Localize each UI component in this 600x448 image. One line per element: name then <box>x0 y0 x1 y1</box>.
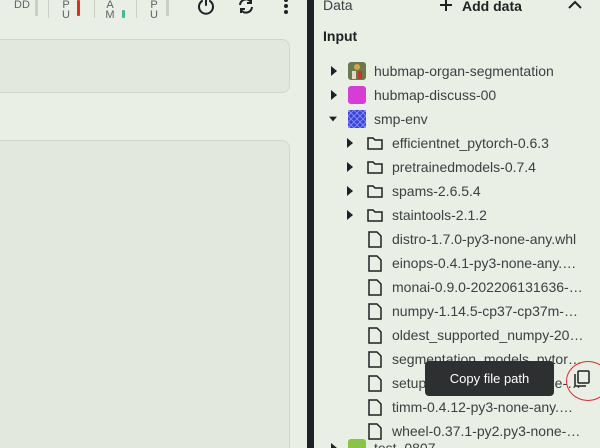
dataset-name: smp-env <box>374 111 428 127</box>
folder-name: pretrainedmodels-0.7.4 <box>392 159 536 175</box>
plus-icon <box>440 0 452 14</box>
gpu-usage-bar <box>166 0 169 16</box>
file-name: distro-1.7.0-py3-none-any.whl <box>392 231 577 247</box>
file-item[interactable]: timm-0.4.12-py3-none-any.whl <box>314 395 600 419</box>
notebook-toolbar: D D PU AM PU <box>0 0 307 22</box>
folder-item[interactable]: efficientnet_pytorch-0.6.3 <box>314 131 600 155</box>
dataset-thumbnail-icon <box>348 86 366 104</box>
dataset-thumbnail-icon <box>348 439 366 448</box>
file-icon <box>366 374 384 392</box>
folder-item[interactable]: staintools-2.1.2 <box>314 203 600 227</box>
dataset-item[interactable]: hubmap-organ-segmentation <box>314 59 600 83</box>
folder-icon <box>366 158 384 176</box>
power-icon[interactable] <box>196 0 216 16</box>
file-item[interactable]: distro-1.7.0-py3-none-any.whl <box>314 227 600 251</box>
caret-right-icon[interactable] <box>330 443 338 448</box>
folder-name: staintools-2.1.2 <box>392 207 487 223</box>
dataset-name: test_0807 <box>374 440 436 448</box>
toolbar-separator <box>94 0 95 18</box>
panel-title: Data <box>323 0 353 13</box>
caret-down-icon[interactable] <box>329 114 337 124</box>
file-name: timm-0.4.12-py3-none-any.whl <box>392 399 580 415</box>
file-name: monai-0.9.0-202206131636-py3-none-any.wh… <box>392 279 588 295</box>
notebook-cell[interactable] <box>0 140 290 448</box>
meter-letter: M <box>105 9 115 21</box>
file-item[interactable]: oldest_supported_numpy-2022.5.28-py3-non… <box>314 323 600 347</box>
more-vert-icon[interactable] <box>276 0 296 16</box>
notebook-cell[interactable] <box>0 39 290 93</box>
resource-meter-pu: PU <box>60 0 72 21</box>
notebook-pane: D D PU AM PU <box>0 0 307 448</box>
file-item[interactable]: numpy-1.14.5-cp37-cp37m-manylinux1_x86_6… <box>314 299 600 323</box>
file-icon <box>366 230 384 248</box>
toolbar-separator <box>136 0 137 18</box>
file-name: numpy-1.14.5-cp37-cp37m-manylinux1_x86_6… <box>392 303 588 319</box>
dataset-item[interactable]: smp-env <box>314 107 600 131</box>
pane-divider[interactable] <box>307 0 314 448</box>
file-item[interactable]: monai-0.9.0-202206131636-py3-none-any.wh… <box>314 275 600 299</box>
caret-right-icon[interactable] <box>346 210 354 220</box>
toolbar-separator <box>48 0 49 18</box>
dataset-item[interactable]: hubmap-discuss-00 <box>314 83 600 107</box>
dataset-name: hubmap-organ-segmentation <box>374 63 554 79</box>
dataset-thumbnail-icon <box>348 62 366 80</box>
resource-meter-gpu: PU <box>148 0 160 21</box>
meter-letter: U <box>62 9 70 21</box>
dataset-item[interactable]: test_0807 <box>314 436 600 448</box>
meter-letter: D <box>22 0 30 11</box>
dataset-thumbnail-icon <box>348 110 366 128</box>
dataset-name: hubmap-discuss-00 <box>374 87 497 103</box>
file-icon <box>366 350 384 368</box>
caret-right-icon[interactable] <box>346 186 354 196</box>
file-icon <box>366 398 384 416</box>
copy-icon <box>574 370 590 392</box>
file-icon <box>366 254 384 272</box>
refresh-icon[interactable] <box>236 0 256 16</box>
add-data-button[interactable]: Add data <box>440 0 522 15</box>
file-icon <box>366 302 384 320</box>
folder-icon <box>366 134 384 152</box>
chevron-up-icon[interactable] <box>566 0 584 14</box>
caret-right-icon[interactable] <box>330 66 338 76</box>
folder-name: spams-2.6.5.4 <box>392 183 481 199</box>
folder-icon <box>366 182 384 200</box>
file-icon <box>366 326 384 344</box>
file-name: einops-0.4.1-py3-none-any.whl <box>392 255 580 271</box>
folder-item[interactable]: pretrainedmodels-0.7.4 <box>314 155 600 179</box>
file-item[interactable]: einops-0.4.1-py3-none-any.whl <box>314 251 600 275</box>
file-name: oldest_supported_numpy-2022.5.28-py3-non… <box>392 327 588 343</box>
file-icon <box>366 278 384 296</box>
caret-right-icon[interactable] <box>346 138 354 148</box>
add-data-label: Add data <box>462 0 522 14</box>
cpu-usage-bar <box>77 0 80 16</box>
folder-item[interactable]: spams-2.6.5.4 <box>314 179 600 203</box>
ram-usage-bar <box>122 10 125 18</box>
resource-meter-d2: D <box>20 0 32 11</box>
folder-icon <box>366 206 384 224</box>
caret-right-icon[interactable] <box>346 162 354 172</box>
meter-bar <box>35 0 38 16</box>
section-title-input: Input <box>323 28 358 44</box>
meter-letter: U <box>150 9 158 21</box>
folder-name: efficientnet_pytorch-0.6.3 <box>392 135 549 151</box>
caret-right-icon[interactable] <box>330 90 338 100</box>
copy-file-path-tooltip: Copy file path <box>425 361 554 396</box>
resource-meter-am: AM <box>104 0 116 21</box>
